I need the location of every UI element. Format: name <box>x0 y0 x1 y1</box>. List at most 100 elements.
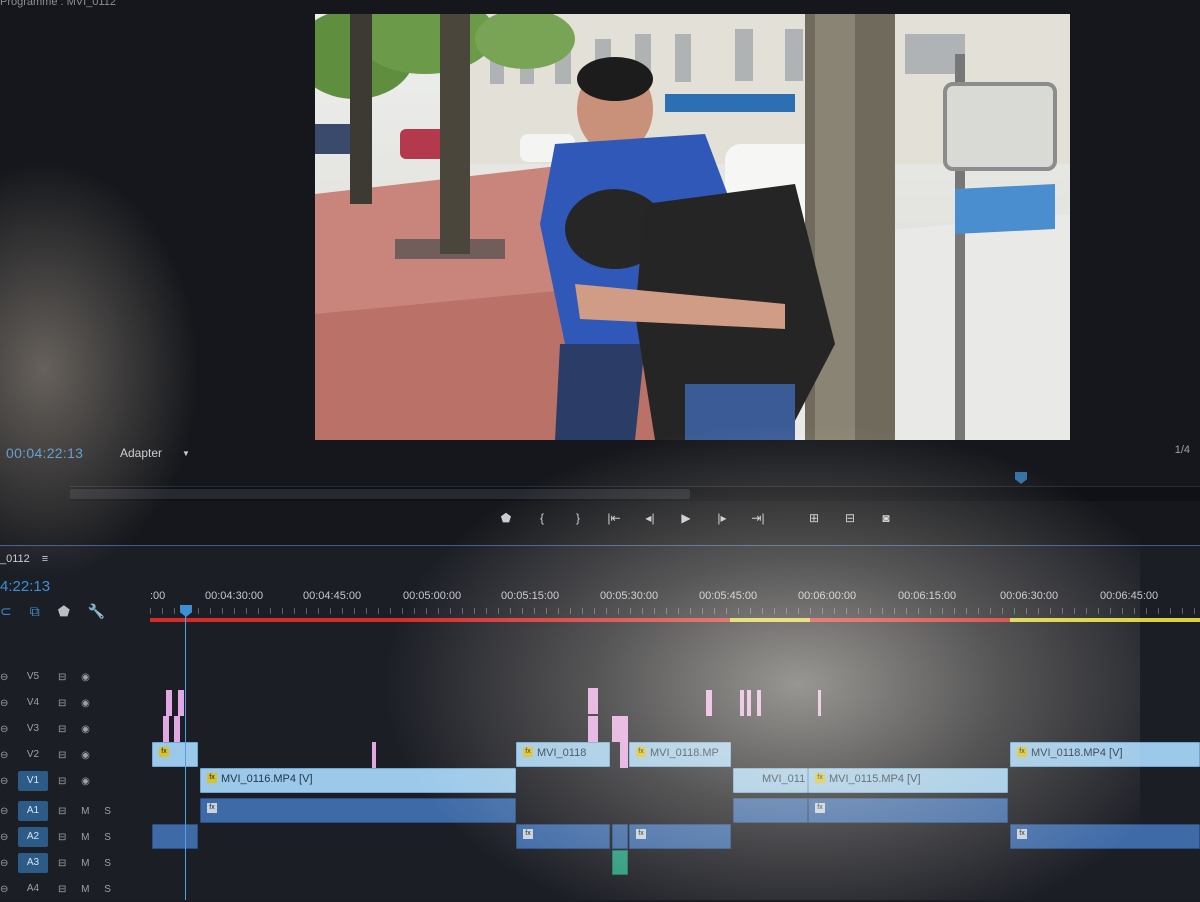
timeline-time-ruler[interactable]: :00 00:04:30:00 00:04:45:00 00:05:00:00 00:0… <box>150 590 1200 620</box>
track-header-a3[interactable]: ⊖ A3 ⊟ M S <box>0 850 150 876</box>
export-frame-icon[interactable]: ◙ <box>868 511 904 525</box>
audio-clip[interactable]: fx <box>629 824 731 849</box>
track-target-toggle[interactable]: V4 <box>18 693 48 713</box>
video-clip[interactable]: fx MVI_0115.MP4 [V] <box>808 768 1008 793</box>
render-status-bar <box>150 618 1200 622</box>
video-clip[interactable]: MVI_011 <box>733 768 808 793</box>
clip-marker[interactable] <box>372 742 376 768</box>
track-header-a4[interactable]: ⊖ A4 ⊟ M S <box>0 876 150 902</box>
audio-clip[interactable]: fx <box>808 798 1008 823</box>
track-target-toggle[interactable]: A4 <box>18 879 48 899</box>
mark-out-icon[interactable]: } <box>560 511 596 525</box>
settings-wrench-icon[interactable]: 🔧 <box>88 603 105 620</box>
go-to-in-icon[interactable]: |⇤ <box>596 511 632 525</box>
track-target-toggle[interactable]: V3 <box>18 719 48 739</box>
clip-marker[interactable] <box>706 690 712 716</box>
track-lock-icon[interactable]: ⊖ <box>0 776 12 787</box>
playhead-line[interactable] <box>185 605 186 900</box>
track-lock-icon[interactable]: ⊖ <box>0 884 12 895</box>
audio-clip[interactable] <box>733 798 808 823</box>
sequence-timecode[interactable]: 4:22:13 <box>0 578 50 595</box>
track-target-toggle[interactable]: A1 <box>18 801 48 821</box>
fx-badge-icon: fx <box>636 747 646 757</box>
track-mute-solo-controls[interactable]: ⊟ M S <box>58 806 117 817</box>
track-header-v4[interactable]: ⊖ V4 ⊟ ◉ <box>0 690 150 716</box>
track-mute-solo-controls[interactable]: ⊟ M S <box>58 884 117 895</box>
clip-marker[interactable] <box>612 716 628 742</box>
track-target-toggle[interactable]: V5 <box>18 667 48 687</box>
clip-marker[interactable] <box>620 742 628 768</box>
clip-marker[interactable] <box>178 690 184 716</box>
audio-clip[interactable]: fx <box>1010 824 1200 849</box>
track-header-v1[interactable]: ⊖ V1 ⊟ ◉ <box>0 768 150 794</box>
chevron-down-icon: ▼ <box>182 448 190 458</box>
video-clip[interactable]: fx MVI_0116.MP4 [V] <box>200 768 516 793</box>
linked-selection-icon[interactable]: ⧉ <box>30 603 40 620</box>
track-mute-solo-controls[interactable]: ⊟ M S <box>58 858 117 869</box>
clip-marker[interactable] <box>757 690 761 716</box>
track-lock-icon[interactable]: ⊖ <box>0 858 12 869</box>
fx-badge-icon: fx <box>207 803 217 813</box>
clip-marker[interactable] <box>818 690 821 716</box>
track-mute-solo-controls[interactable]: ⊟ M S <box>58 832 117 843</box>
fx-badge-icon: fx <box>523 829 533 839</box>
monitor-scroll-thumb[interactable] <box>70 489 690 499</box>
clip-marker[interactable] <box>740 690 744 716</box>
track-lock-icon[interactable]: ⊖ <box>0 750 12 761</box>
clip-marker[interactable] <box>166 690 172 716</box>
track-lock-icon[interactable]: ⊖ <box>0 724 12 735</box>
track-visibility-icon[interactable]: ⊟ ◉ <box>58 776 96 787</box>
audio-clip[interactable]: fx <box>516 824 610 849</box>
track-header-a1[interactable]: ⊖ A1 ⊟ M S <box>0 798 150 824</box>
track-header-a2[interactable]: ⊖ A2 ⊟ M S <box>0 824 150 850</box>
mark-in-icon[interactable]: { <box>524 511 560 525</box>
add-marker-icon[interactable]: ⬟ <box>58 603 70 620</box>
audio-clip[interactable] <box>612 850 628 875</box>
zoom-fit-dropdown[interactable]: Adapter ▼ <box>120 446 190 460</box>
video-clip[interactable]: fx MVI_0118.MP4 [V] <box>1010 742 1200 767</box>
step-forward-icon[interactable]: |▸ <box>704 511 740 525</box>
video-clip[interactable]: fx <box>152 742 198 767</box>
video-clip[interactable]: fx MVI_0118.MP <box>629 742 731 767</box>
audio-clip[interactable] <box>612 824 628 849</box>
video-clip[interactable]: fx MVI_0118 <box>516 742 610 767</box>
track-target-toggle[interactable]: A2 <box>18 827 48 847</box>
track-header-v3[interactable]: ⊖ V3 ⊟ ◉ <box>0 716 150 742</box>
add-marker-icon[interactable]: ⬟ <box>488 511 524 525</box>
track-visibility-icon[interactable]: ⊟ ◉ <box>58 750 96 761</box>
clip-marker[interactable] <box>588 716 598 742</box>
playback-resolution-dropdown[interactable]: 1/4 <box>1175 444 1190 456</box>
track-visibility-icon[interactable]: ⊟ ◉ <box>58 724 96 735</box>
program-monitor-title[interactable]: Programme : MVI_0112 <box>0 0 116 8</box>
step-back-icon[interactable]: ◂| <box>632 511 668 525</box>
clip-marker[interactable] <box>163 716 169 742</box>
snap-icon[interactable]: ⊂ <box>0 603 12 620</box>
program-timecode[interactable]: 00:04:22:13 <box>6 445 83 461</box>
track-lock-icon[interactable]: ⊖ <box>0 832 12 843</box>
track-lock-icon[interactable]: ⊖ <box>0 698 12 709</box>
go-to-out-icon[interactable]: ⇥| <box>740 511 776 525</box>
play-icon[interactable]: ▶ <box>668 511 704 525</box>
extract-icon[interactable]: ⊟ <box>832 511 868 525</box>
panel-menu-icon[interactable]: ≡ <box>42 553 48 565</box>
audio-clip[interactable] <box>152 824 198 849</box>
monitor-time-ruler[interactable] <box>70 472 1200 487</box>
track-target-toggle[interactable]: A3 <box>18 853 48 873</box>
clip-marker[interactable] <box>747 690 751 716</box>
timeline-tools: ⊂ ⧉ ⬟ 🔧 <box>0 603 105 620</box>
track-header-v2[interactable]: ⊖ V2 ⊟ ◉ <box>0 742 150 768</box>
track-lock-icon[interactable]: ⊖ <box>0 806 12 817</box>
track-visibility-icon[interactable]: ⊟ ◉ <box>58 672 96 683</box>
track-header-v5[interactable]: ⊖ V5 ⊟ ◉ <box>0 664 150 690</box>
audio-clip[interactable]: fx <box>200 798 516 823</box>
sequence-tab[interactable]: _0112 ≡ <box>0 553 48 565</box>
lift-icon[interactable]: ⊞ <box>796 511 832 525</box>
clip-name: MVI_0118.MP <box>650 747 719 759</box>
track-visibility-icon[interactable]: ⊟ ◉ <box>58 698 96 709</box>
track-lock-icon[interactable]: ⊖ <box>0 672 12 683</box>
clip-marker[interactable] <box>588 688 598 714</box>
monitor-zoom-scrollbar[interactable] <box>70 487 1200 501</box>
track-target-toggle[interactable]: V2 <box>18 745 48 765</box>
track-target-toggle[interactable]: V1 <box>18 771 48 791</box>
clip-marker[interactable] <box>174 716 180 742</box>
